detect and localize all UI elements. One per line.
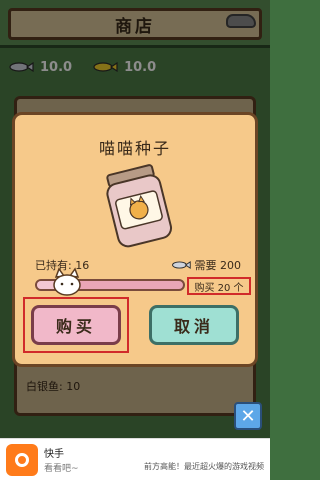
app-logo-icon [6,444,38,476]
purchase-dialog: 喵喵种子 已持有: 16 需要 200 购买 20 个 购买 取消 [12,112,258,367]
price-amount: 需要 200 [194,259,242,272]
buy-quantity-label: 购买 20 个 [187,277,251,295]
close-icon[interactable]: ✕ [234,402,262,430]
fish-icon [171,261,191,269]
ad-title: 快手 [44,449,64,460]
ad-banner[interactable]: 快手 看看吧~ 前方高能！最近超火爆的游戏视频 [0,438,270,480]
buy-button[interactable]: 购买 [31,305,121,345]
seed-jar-icon [106,164,173,248]
cat-face-icon[interactable] [51,267,83,297]
ad-subtitle: 看看吧~ [44,464,79,474]
cancel-button[interactable]: 取消 [149,305,239,345]
price-label: 需要 200 [171,257,242,273]
dialog-title: 喵喵种子 [98,139,171,158]
ad-description: 前方高能！最近超火爆的游戏视频 [144,462,264,471]
